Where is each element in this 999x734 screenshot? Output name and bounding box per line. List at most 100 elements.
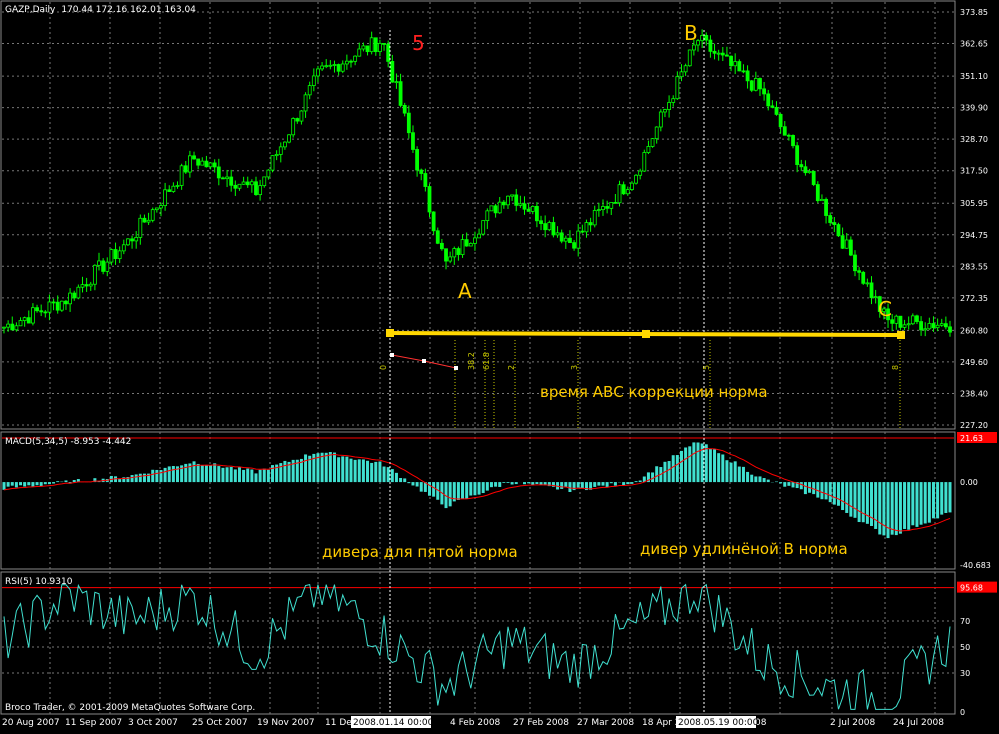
candle-body <box>299 110 304 122</box>
macd-bar <box>461 482 465 499</box>
x-tick-label: 2 Jul 2008 <box>830 718 875 728</box>
candle-body <box>344 60 349 65</box>
macd-bar <box>237 467 241 483</box>
macd-bar <box>262 468 266 483</box>
candle-body <box>514 194 519 206</box>
macd-histogram <box>2 437 954 539</box>
macd-bar <box>630 482 634 484</box>
candle-body <box>130 238 134 242</box>
chart-svg[interactable]: 0 38.2 61.8 2 3 5 8 5 A B C время АВС ко… <box>0 0 999 734</box>
macd-bar <box>43 482 47 485</box>
macd-bar <box>502 482 506 483</box>
candle-body <box>836 224 841 237</box>
candle-body <box>39 310 44 313</box>
macd-bar <box>762 478 766 483</box>
macd-bar <box>671 455 675 483</box>
candle-body <box>134 237 139 242</box>
fib-label-0: 0 <box>379 365 388 370</box>
candle-body <box>506 195 510 206</box>
rsi-tick-label: 50 <box>960 643 970 652</box>
price-tick-label: 272.35 <box>960 294 988 303</box>
macd-bar <box>399 478 403 483</box>
candle-body <box>766 93 771 107</box>
candle-body <box>650 138 655 147</box>
candle-body <box>283 141 287 148</box>
candle-body <box>237 183 242 189</box>
macd-bar <box>803 482 807 495</box>
macd-bar <box>688 446 692 483</box>
candle-body <box>43 311 48 314</box>
macd-bar <box>523 482 527 485</box>
candle-body <box>241 181 246 185</box>
macd-bar <box>163 467 167 483</box>
candle-body <box>815 184 820 202</box>
macd-bar <box>390 469 394 483</box>
macd-bar <box>638 480 642 483</box>
candle-body <box>138 217 143 238</box>
macd-bar <box>341 456 345 483</box>
macd-bar <box>560 482 564 489</box>
macd-bar <box>2 482 6 490</box>
candle-body <box>642 152 647 172</box>
macd-bar <box>708 448 712 483</box>
macd-bar <box>204 465 208 483</box>
candle-body <box>741 70 746 73</box>
candle-body <box>18 320 23 327</box>
candle-body <box>278 146 283 155</box>
candle-body <box>167 189 172 192</box>
candle-body <box>113 249 118 260</box>
candle-body <box>349 60 353 63</box>
macd-bar <box>915 482 919 527</box>
macd-bar <box>506 482 510 483</box>
candle-body <box>596 209 601 212</box>
x-tick-label: 4 Feb 2008 <box>450 718 501 728</box>
candle-body <box>749 80 754 91</box>
macd-bar <box>374 461 378 483</box>
fib-label-38: 38.2 <box>467 352 476 370</box>
macd-bar <box>713 449 717 483</box>
candle-body <box>72 292 77 299</box>
candle-body <box>353 55 358 62</box>
candle-body <box>493 205 498 214</box>
macd-bar <box>878 482 882 535</box>
candle-body <box>716 52 721 55</box>
macd-bar <box>675 455 679 483</box>
macd-bar <box>931 482 935 519</box>
macd-bar <box>849 482 853 517</box>
candle-body <box>584 222 589 233</box>
candle-body <box>200 160 205 166</box>
macd-bar <box>151 469 155 483</box>
macd-bar <box>415 482 419 487</box>
candle-body <box>258 185 263 196</box>
macd-tick-label: 21.63 <box>960 434 983 443</box>
candle-body <box>439 242 444 250</box>
candle-body <box>927 323 932 330</box>
candle-body <box>481 220 486 235</box>
candle-body <box>126 238 130 246</box>
candle-body <box>501 201 506 206</box>
macd-bar <box>791 482 795 488</box>
candle-body <box>423 173 428 187</box>
candle-body <box>737 61 742 72</box>
candle-body <box>630 182 634 190</box>
candle-body <box>824 198 828 216</box>
macd-bar <box>23 482 27 487</box>
candle-body <box>518 203 523 206</box>
macd-bar <box>332 452 336 483</box>
candle-body <box>555 232 560 236</box>
macd-bar <box>622 482 626 486</box>
candle-body <box>485 210 490 222</box>
candle-body <box>14 325 19 331</box>
macd-bar <box>432 482 436 497</box>
macd-bar <box>31 482 35 487</box>
trading-terminal-chart: 0 38.2 61.8 2 3 5 8 5 A B C время АВС ко… <box>0 0 999 734</box>
x-axis: 20 Aug 2007 11 Sep 2007 3 Oct 2007 25 Oct 2… <box>2 718 944 728</box>
candle-body <box>811 170 816 185</box>
candle-body <box>605 206 610 209</box>
rsi-title: RSI(5) 10.9310 <box>5 577 73 587</box>
candle-body <box>786 134 791 137</box>
macd-bar <box>411 482 415 486</box>
x-tick-label: 24 Jul 2008 <box>893 718 944 728</box>
macd-bar <box>535 482 539 484</box>
candle-body <box>291 118 296 136</box>
